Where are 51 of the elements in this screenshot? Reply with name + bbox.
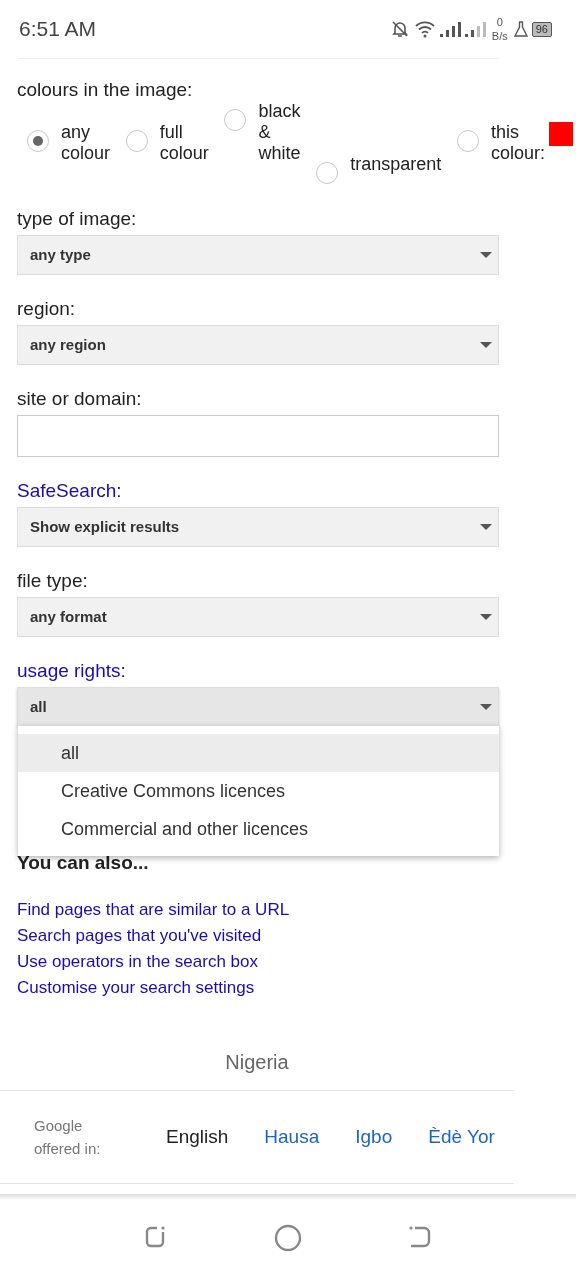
help-link[interactable]: Find pages that are similar to a URL — [17, 897, 290, 923]
option-label: any colour — [61, 121, 111, 164]
signal-icon — [439, 21, 486, 37]
help-link[interactable]: Customise your search settings — [17, 975, 255, 1001]
radio-button[interactable] — [27, 129, 49, 152]
flask-icon — [513, 21, 528, 37]
field-label[interactable]: usage rights: — [17, 658, 559, 687]
section-label: colours in the image: — [17, 78, 194, 102]
language-link[interactable]: English — [166, 1122, 229, 1152]
bell-off-icon — [389, 19, 410, 39]
select-dropdown[interactable]: any format — [17, 597, 499, 637]
home-icon[interactable] — [274, 1224, 302, 1252]
dropdown-option[interactable]: all — [18, 734, 499, 772]
caret-icon — [480, 524, 492, 530]
dropdown-option[interactable]: Commercial and other licences — [18, 810, 499, 848]
radio-button[interactable] — [224, 109, 247, 131]
caret-icon — [480, 614, 492, 620]
radio-button[interactable] — [316, 162, 339, 184]
net-speed: 0 — [496, 16, 503, 28]
wifi-icon — [413, 20, 436, 38]
language-link[interactable]: Igbo — [355, 1122, 393, 1152]
radio-button[interactable] — [456, 129, 479, 152]
option-label: this colour: — [490, 121, 545, 164]
select-dropdown[interactable]: any type — [17, 235, 499, 275]
field-label: type of image: — [17, 207, 138, 231]
field-label: file type: — [17, 569, 89, 593]
option-label: transparent — [350, 154, 442, 175]
help-link[interactable]: Search pages that you've visited — [17, 923, 262, 949]
language-link[interactable]: Èdè Yor — [428, 1122, 495, 1152]
option-label: black & white — [258, 101, 301, 164]
field-label[interactable]: SafeSearch: — [17, 478, 559, 507]
field-label: region: — [17, 297, 77, 321]
country-name: Nigeria — [225, 1050, 289, 1075]
language-link[interactable]: Hausa — [264, 1122, 320, 1152]
caret-icon — [480, 252, 492, 258]
radio-button[interactable] — [125, 129, 148, 152]
section-heading: You can also... — [17, 851, 150, 875]
offered-in-label: Google offered in: — [34, 1116, 102, 1159]
select-dropdown[interactable]: all — [17, 687, 499, 727]
colour-swatch[interactable] — [549, 121, 573, 146]
option-label: full colour — [159, 121, 209, 164]
caret-icon — [480, 704, 492, 710]
select-dropdown[interactable]: Show explicit results — [17, 507, 499, 547]
battery-indicator: 96 — [531, 21, 552, 37]
field-label: site or domain: — [17, 387, 143, 411]
dropdown-option[interactable]: Creative Commons licences — [18, 772, 499, 810]
help-link[interactable]: Use operators in the search box — [17, 949, 258, 975]
caret-icon — [480, 342, 492, 348]
clock: 6:51 AM — [19, 16, 97, 43]
net-speed-unit: B/s — [491, 30, 508, 42]
select-dropdown[interactable]: any region — [17, 325, 499, 365]
